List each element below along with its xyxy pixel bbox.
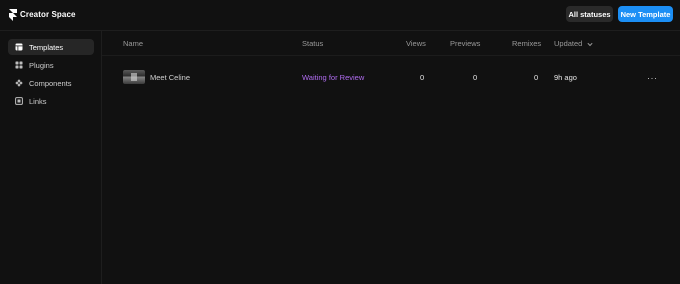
sidebar-item-components[interactable]: Components <box>8 75 94 91</box>
sidebar-item-label: Templates <box>29 42 64 52</box>
previews-count: 0 <box>473 73 478 82</box>
link-icon <box>15 97 23 105</box>
template-name[interactable]: Meet Celine <box>150 73 190 82</box>
column-header-views[interactable]: Views <box>406 39 426 48</box>
sidebar-item-label: Links <box>29 96 47 106</box>
template-icon <box>15 43 23 51</box>
status-badge: Waiting for Review <box>302 73 365 82</box>
views-count: 0 <box>420 73 425 82</box>
table-header: Name Status Views Previews Remixes Updat… <box>102 31 680 56</box>
sidebar-item-label: Components <box>29 78 72 88</box>
components-icon <box>15 79 23 87</box>
sidebar: Templates Plugins Components Links <box>0 31 102 284</box>
new-template-button[interactable]: New Template <box>618 6 673 22</box>
column-header-updated[interactable]: Updated <box>554 39 594 48</box>
sidebar-item-links[interactable]: Links <box>8 93 94 109</box>
column-header-name[interactable]: Name <box>123 39 143 48</box>
column-header-status[interactable]: Status <box>302 39 323 48</box>
table-row[interactable]: Meet Celine Waiting for Review 0 0 0 9h … <box>102 64 680 90</box>
all-statuses-button[interactable]: All statuses <box>566 6 613 22</box>
remixes-count: 0 <box>534 73 539 82</box>
column-header-previews[interactable]: Previews <box>450 39 480 48</box>
brand-name: Creator Space <box>20 10 76 19</box>
creator-space-logo-icon <box>9 9 17 21</box>
column-header-updated-label: Updated <box>554 39 583 48</box>
chevron-down-icon <box>587 42 594 46</box>
sidebar-item-plugins[interactable]: Plugins <box>8 57 94 73</box>
top-bar: Creator Space All statuses New Template <box>0 0 680 31</box>
column-header-remixes[interactable]: Remixes <box>512 39 541 48</box>
sidebar-item-templates[interactable]: Templates <box>8 39 94 55</box>
more-options-icon[interactable]: ··· <box>647 73 658 83</box>
sidebar-item-label: Plugins <box>29 60 54 70</box>
updated-time: 9h ago <box>554 73 577 82</box>
template-thumbnail <box>123 70 145 84</box>
plugins-icon <box>15 61 23 69</box>
